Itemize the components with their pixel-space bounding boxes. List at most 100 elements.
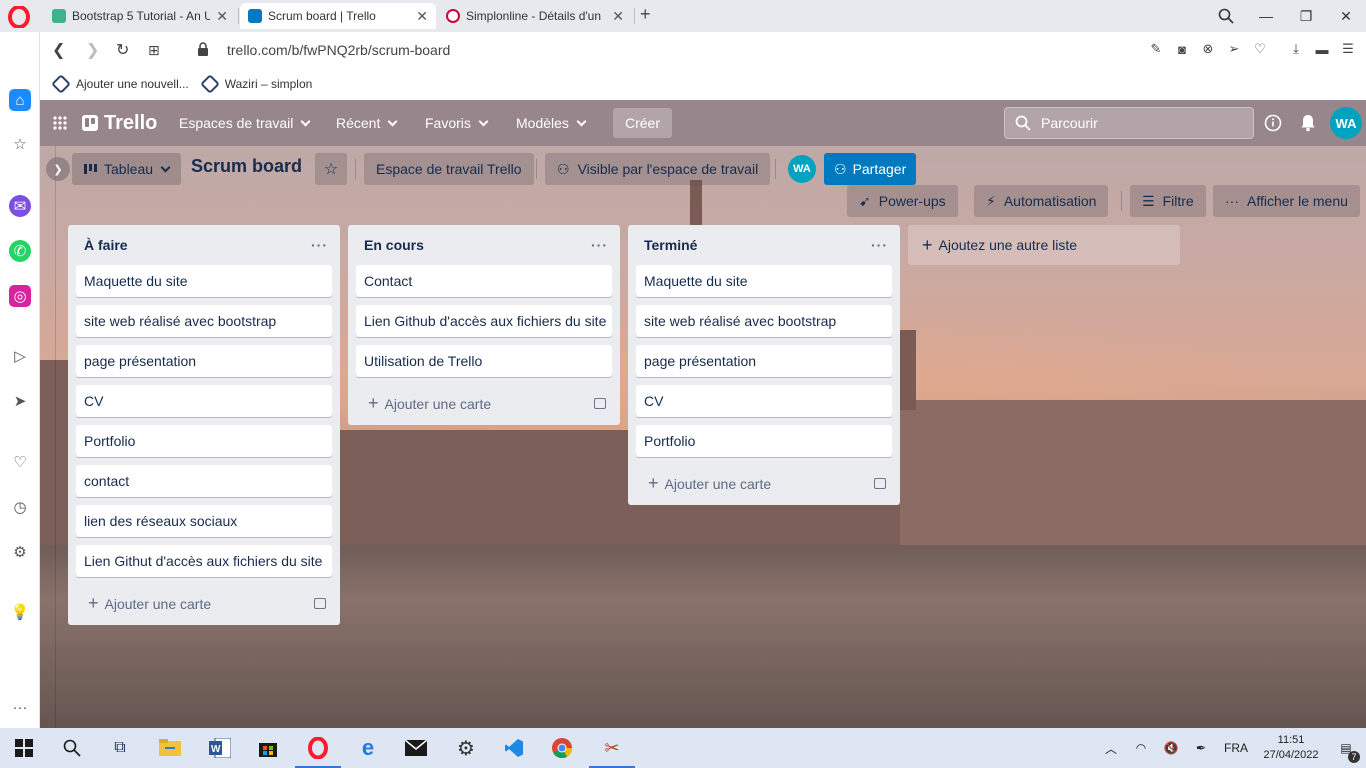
card[interactable]: Maquette du site [76, 265, 332, 297]
automation-button[interactable]: ⚡ Automatisation [974, 185, 1109, 217]
card[interactable]: lien des réseaux sociaux [76, 505, 332, 537]
show-menu-button[interactable]: ··· Afficher le menu [1213, 185, 1360, 217]
clock[interactable]: 11:51 27/04/2022 [1256, 733, 1326, 763]
home-icon[interactable]: ⌂ [9, 89, 31, 111]
task-view-icon[interactable]: ⧉ [108, 736, 132, 760]
star-board-button[interactable]: ☆ [315, 153, 347, 185]
tab-simplonline[interactable]: Simplonline - Détails d'un ✕ [438, 3, 632, 29]
tab-trello-scrum-board[interactable]: Scrum board | Trello ✕ [240, 3, 436, 29]
card[interactable]: page présentation [76, 345, 332, 377]
language-indicator[interactable]: FRA [1216, 741, 1256, 755]
history-clock-icon[interactable]: ◷ [9, 496, 31, 518]
templates-menu[interactable]: Modèles [516, 108, 587, 138]
filter-button[interactable]: ☰ Filtre [1130, 185, 1206, 217]
card[interactable]: Lien Github d'accès aux fichiers du site [356, 305, 612, 337]
trello-logo[interactable]: Trello [82, 108, 157, 138]
card[interactable]: CV [76, 385, 332, 417]
close-icon[interactable]: ✕ [416, 8, 428, 25]
close-icon[interactable]: ✕ [612, 8, 624, 25]
add-card-button[interactable]: + Ajouter une carte [348, 385, 620, 421]
lock-icon[interactable] [196, 42, 210, 56]
opera-logo-icon[interactable] [8, 6, 30, 28]
add-card-button[interactable]: + Ajouter une carte [68, 585, 340, 621]
send-icon[interactable]: ➢ [1226, 40, 1242, 58]
word-icon[interactable]: W [208, 736, 232, 760]
forward-icon[interactable]: ❯ [86, 40, 99, 60]
more-dots-icon[interactable]: ··· [9, 696, 31, 718]
tab-bootstrap-tutorial[interactable]: Bootstrap 5 Tutorial - An U ✕ [44, 3, 236, 29]
easy-setup-icon[interactable]: ☰ [1340, 40, 1356, 58]
snipping-tool-icon[interactable]: ✂ [600, 736, 624, 760]
info-icon[interactable] [1264, 108, 1282, 138]
create-button[interactable]: Créer [613, 108, 673, 138]
show-hidden-icons-chevron-icon[interactable]: ︿ [1096, 740, 1126, 757]
volume-muted-icon[interactable]: 🔇 [1156, 741, 1186, 755]
instagram-icon[interactable]: ◎ [9, 285, 31, 307]
settings-gear-icon[interactable]: ⚙ [9, 541, 31, 563]
bookmark-heart-icon[interactable]: ♡ [1252, 40, 1268, 58]
messenger-icon[interactable]: ✉ [9, 195, 31, 217]
favorites-menu[interactable]: Favoris [425, 108, 489, 138]
card-template-icon[interactable] [594, 397, 606, 409]
list-menu-dots-icon[interactable]: ··· [311, 237, 328, 253]
search-tabs-icon[interactable] [1206, 0, 1246, 32]
card[interactable]: Maquette du site [636, 265, 892, 297]
card[interactable]: Portfolio [636, 425, 892, 457]
flow-send-icon[interactable]: ➤ [9, 390, 31, 412]
powerups-button[interactable]: ➹ Power-ups [847, 185, 958, 217]
visibility-button[interactable]: ⚇ Visible par l'espace de travail [545, 153, 771, 185]
list-title[interactable]: En cours [364, 237, 424, 253]
speed-dial-icon[interactable]: ☆ [9, 133, 31, 155]
url-field[interactable]: trello.com/b/fwPNQ2rb/scrum-board [227, 42, 450, 58]
list-header[interactable]: Terminé ··· [628, 225, 900, 265]
list-menu-dots-icon[interactable]: ··· [591, 237, 608, 253]
player-icon[interactable]: ▷ [9, 345, 31, 367]
card[interactable]: page présentation [636, 345, 892, 377]
bookmark-item[interactable]: Ajouter une nouvell... [51, 74, 189, 94]
restore-icon[interactable]: ❐ [1286, 0, 1326, 32]
add-list-button[interactable]: + Ajoutez une autre liste [908, 225, 1180, 265]
back-icon[interactable]: ❮ [52, 40, 65, 60]
bookmark-item[interactable]: Waziri – simplon [199, 74, 312, 94]
workspaces-menu[interactable]: Espaces de travail [179, 108, 311, 138]
reload-icon[interactable]: ↻ [116, 40, 129, 60]
battery-icon[interactable]: ▬ [1314, 40, 1330, 58]
file-explorer-icon[interactable] [158, 736, 182, 760]
notifications-bell-icon[interactable] [1300, 108, 1316, 138]
list-title[interactable]: Terminé [644, 237, 697, 253]
network-wifi-icon[interactable]: ◠ [1126, 741, 1156, 755]
search-icon[interactable] [60, 736, 84, 760]
download-icon[interactable]: ⤓ [1288, 40, 1304, 58]
pen-icon[interactable]: ✒ [1186, 741, 1216, 755]
close-window-icon[interactable]: ✕ [1326, 0, 1366, 32]
whatsapp-icon[interactable]: ✆ [9, 240, 31, 262]
adblock-icon[interactable]: ⊗ [1200, 40, 1216, 58]
share-button[interactable]: ⚇ Partager [824, 153, 917, 185]
board-title[interactable]: Scrum board [191, 156, 302, 177]
card[interactable]: Utilisation de Trello [356, 345, 612, 377]
card[interactable]: Portfolio [76, 425, 332, 457]
add-card-button[interactable]: + Ajouter une carte [628, 465, 900, 501]
opera-taskbar-icon[interactable] [306, 736, 330, 760]
windows-start-icon[interactable] [12, 736, 36, 760]
settings-gear-icon[interactable]: ⚙ [454, 736, 478, 760]
member-avatar[interactable]: WA [788, 155, 816, 183]
close-icon[interactable]: ✕ [216, 8, 228, 25]
recent-menu[interactable]: Récent [336, 108, 398, 138]
vscode-icon[interactable] [502, 736, 526, 760]
board-view-switcher[interactable]: Tableau [72, 153, 182, 185]
camera-snapshot-icon[interactable]: ◙ [1174, 40, 1190, 58]
list-title[interactable]: À faire [84, 237, 128, 253]
edge-icon[interactable]: e [356, 735, 380, 760]
list-header[interactable]: À faire ··· [68, 225, 340, 265]
user-avatar[interactable]: WA [1330, 107, 1362, 139]
edit-icon[interactable]: ✎ [1148, 40, 1164, 58]
minimize-icon[interactable]: — [1246, 0, 1286, 32]
tab-grid-icon[interactable]: ⊞ [148, 42, 160, 59]
microsoft-store-icon[interactable] [256, 736, 280, 760]
app-switcher-icon[interactable] [52, 108, 68, 138]
list-menu-dots-icon[interactable]: ··· [871, 237, 888, 253]
list-header[interactable]: En cours ··· [348, 225, 620, 265]
card[interactable]: Contact [356, 265, 612, 297]
mail-icon[interactable] [404, 736, 428, 760]
